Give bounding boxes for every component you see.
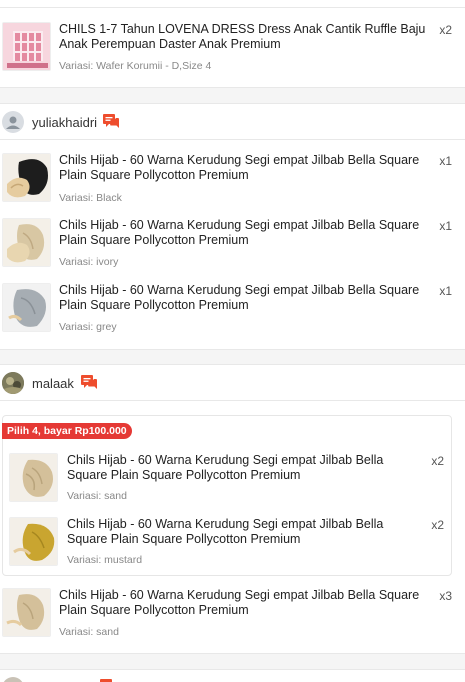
product-title: CHILS 1-7 Tahun LOVENA DRESS Dress Anak … — [59, 22, 426, 51]
product-variant: Variasi: mustard — [67, 554, 143, 566]
avatar — [2, 372, 24, 394]
shop-name: yuliakhaidri — [32, 115, 98, 130]
order-item[interactable]: Chils Hijab - 60 Warna Kerudung Segi emp… — [0, 147, 465, 211]
product-title: Chils Hijab - 60 Warna Kerudung Segi emp… — [59, 218, 420, 247]
product-quantity: x1 — [439, 284, 452, 298]
order-item[interactable]: CHILS 1-7 Tahun LOVENA DRESS Dress Anak … — [0, 16, 465, 80]
product-variant: Variasi: sand — [67, 490, 127, 502]
divider — [0, 653, 465, 654]
product-quantity: x2 — [431, 518, 444, 532]
chat-icon[interactable] — [103, 114, 119, 129]
order-item[interactable]: Chils Hijab - 60 Warna Kerudung Segi emp… — [0, 212, 465, 276]
order-item[interactable]: Chils Hijab - 60 Warna Kerudung Segi emp… — [0, 582, 465, 646]
divider — [0, 7, 465, 8]
shop-header[interactable]: yuliakhaidri — [0, 104, 465, 140]
product-variant: Variasi: ivory — [59, 256, 119, 268]
product-image — [9, 517, 58, 566]
product-title: Chils Hijab - 60 Warna Kerudung Segi emp… — [59, 153, 420, 182]
order-item[interactable]: Chils Hijab - 60 Warna Kerudung Segi emp… — [0, 443, 465, 507]
product-title: Chils Hijab - 60 Warna Kerudung Segi emp… — [67, 453, 384, 482]
divider — [0, 349, 465, 350]
product-title: Chils Hijab - 60 Warna Kerudung Segi emp… — [59, 588, 420, 617]
product-image — [2, 153, 51, 202]
product-quantity: x3 — [439, 589, 452, 603]
chat-icon[interactable] — [81, 375, 97, 390]
product-image — [2, 588, 51, 637]
product-image — [2, 22, 51, 71]
product-variant: Variasi: Black — [59, 192, 122, 204]
product-image — [2, 218, 51, 267]
product-image — [2, 283, 51, 332]
product-variant: Variasi: Wafer Korumii - D,Size 4 — [59, 60, 212, 72]
product-quantity: x2 — [439, 23, 452, 37]
product-title: Chils Hijab - 60 Warna Kerudung Segi emp… — [59, 283, 420, 312]
product-variant: Variasi: sand — [59, 626, 119, 638]
product-quantity: x1 — [439, 154, 452, 168]
product-title: Chils Hijab - 60 Warna Kerudung Segi emp… — [67, 517, 384, 546]
shop-header[interactable]: malaak — [0, 365, 465, 401]
promo-badge: Pilih 4, bayar Rp100.000 — [2, 423, 132, 439]
avatar — [2, 677, 24, 682]
shop-name: malaak — [32, 376, 74, 391]
avatar — [2, 111, 24, 133]
shop-header[interactable] — [0, 670, 465, 682]
product-quantity: x2 — [431, 454, 444, 468]
product-variant: Variasi: grey — [59, 321, 117, 333]
divider — [0, 87, 465, 88]
product-image — [9, 453, 58, 502]
order-item[interactable]: Chils Hijab - 60 Warna Kerudung Segi emp… — [0, 277, 465, 341]
product-quantity: x1 — [439, 219, 452, 233]
order-item[interactable]: Chils Hijab - 60 Warna Kerudung Segi emp… — [0, 507, 465, 571]
